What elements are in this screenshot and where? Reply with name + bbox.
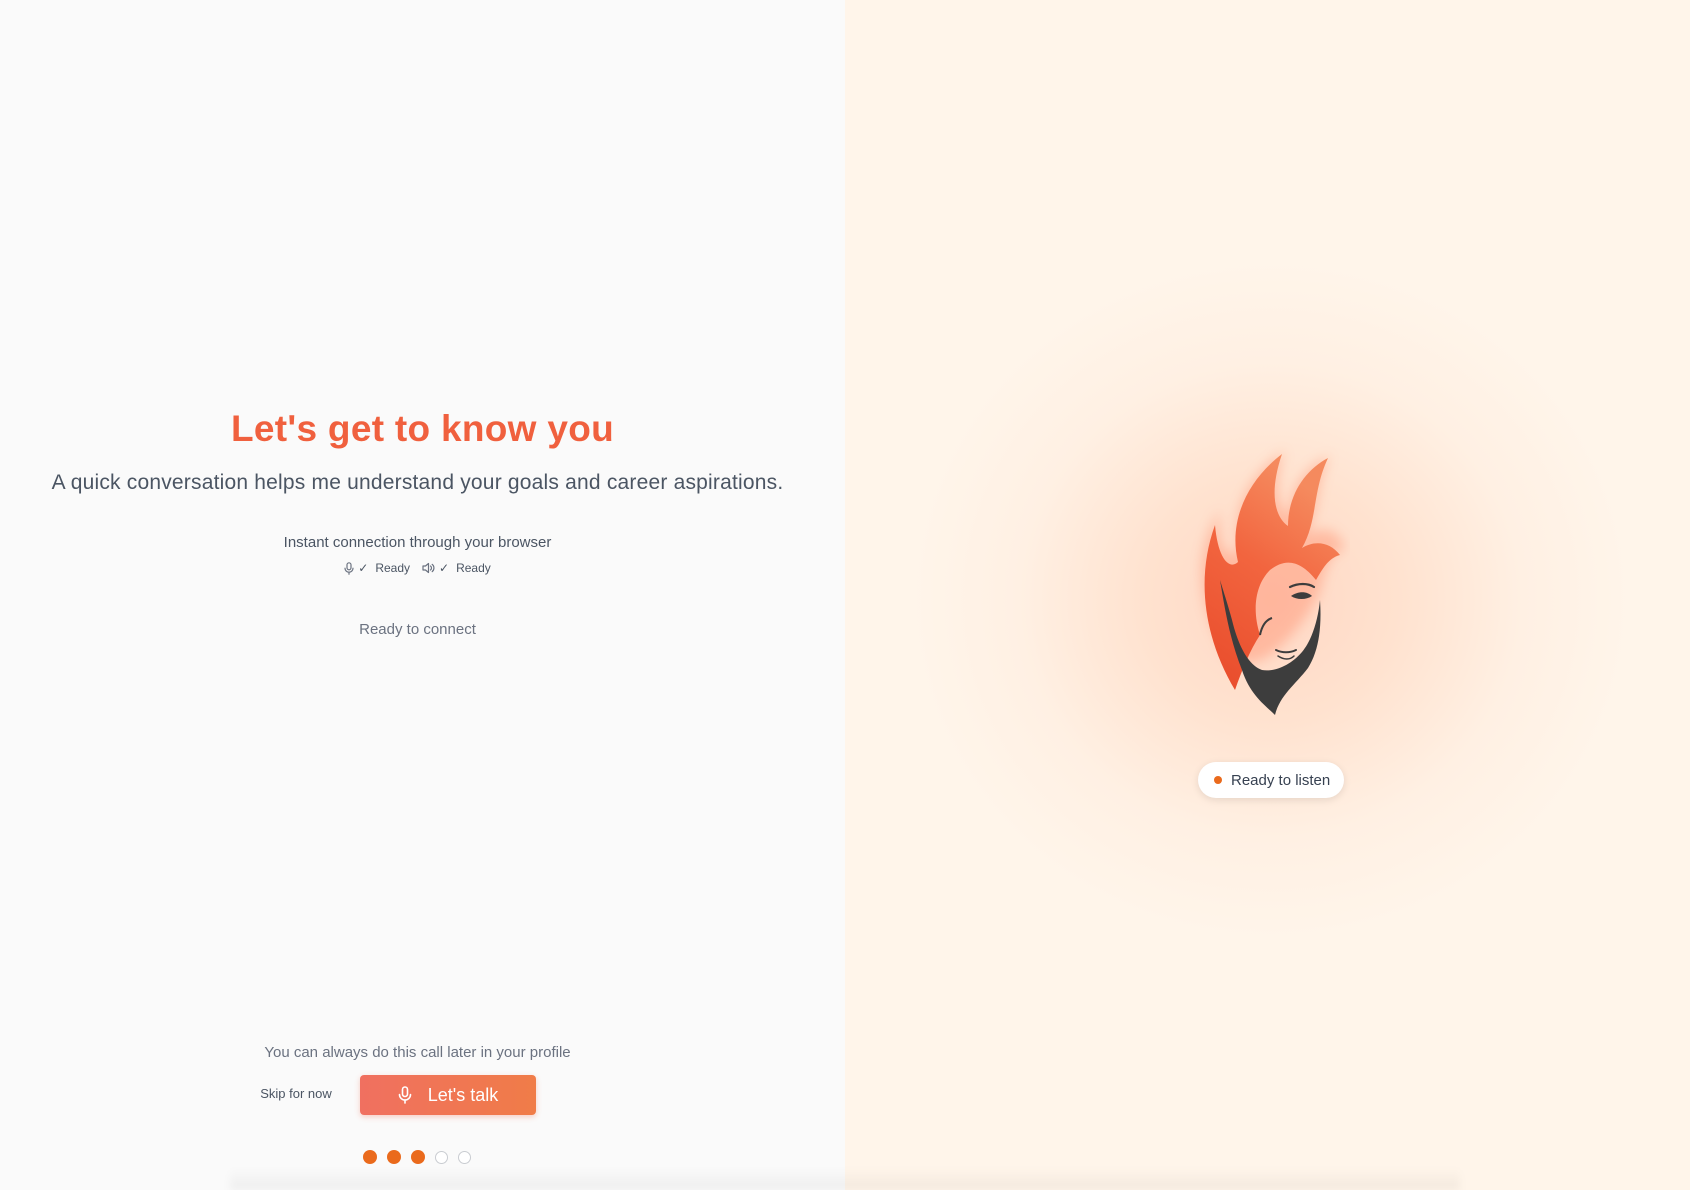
speaker-check-icon: ✓	[439, 561, 450, 575]
lets-talk-label: Let's talk	[427, 1084, 499, 1105]
progress-indicator	[363, 1150, 471, 1164]
microphone-icon	[398, 1086, 412, 1104]
skip-button[interactable]: Skip for now	[258, 1086, 334, 1104]
connection-description: Instant connection through your browser	[283, 534, 552, 551]
mic-status: ✓ Ready	[344, 561, 410, 575]
later-hint: You can always do this call later in you…	[264, 1044, 571, 1061]
listening-status-label: Ready to listen	[1231, 771, 1331, 789]
listening-status-badge: Ready to listen	[1198, 762, 1344, 798]
progress-dot-completed	[363, 1150, 377, 1164]
page-title: Let's get to know you	[230, 408, 615, 449]
device-status-row: ✓ Ready ✓ Ready	[0, 561, 835, 575]
microphone-icon	[344, 561, 354, 575]
progress-dot-completed	[411, 1150, 425, 1164]
mic-status-label: Ready	[375, 561, 410, 575]
speaker-status-label: Ready	[456, 561, 491, 575]
connection-status: Ready to connect	[359, 621, 476, 638]
speaker-icon	[422, 562, 435, 574]
page-subtitle: A quick conversation helps me understand…	[51, 471, 784, 494]
onboarding-panel	[0, 0, 845, 1190]
progress-dot-pending	[458, 1150, 471, 1164]
lets-talk-button[interactable]: Let's talk	[360, 1075, 536, 1115]
mic-check-icon: ✓	[358, 561, 369, 575]
bottom-shadow	[230, 1168, 1460, 1190]
flame-face-icon	[1190, 440, 1350, 720]
progress-dot-completed	[387, 1150, 401, 1164]
status-dot	[1214, 776, 1222, 784]
speaker-status: ✓ Ready	[422, 561, 491, 575]
progress-dot-pending	[435, 1150, 448, 1164]
